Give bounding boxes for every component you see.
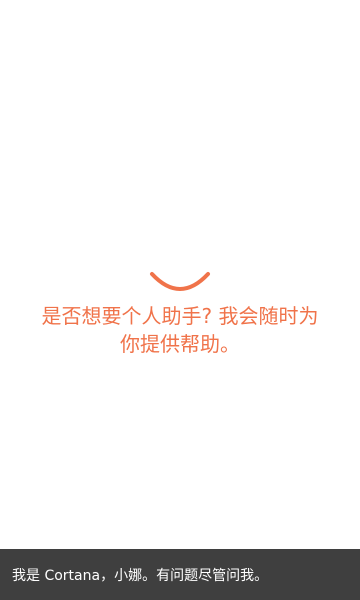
greeting-line-2: 你提供帮助。 xyxy=(120,332,240,356)
footer-bar: 我是 Cortana，小娜。有问题尽管问我。 xyxy=(0,549,360,600)
footer-message: 我是 Cortana，小娜。有问题尽管问我。 xyxy=(12,567,269,584)
smile-arc-icon xyxy=(150,272,210,291)
cortana-intro-screen: 是否想要个人助手? 我会随时为 你提供帮助。 我是 Cortana，小娜。有问题… xyxy=(0,0,360,600)
greeting-line-1: 是否想要个人助手? 我会随时为 xyxy=(41,304,319,328)
greeting-message: 是否想要个人助手? 我会随时为 你提供帮助。 xyxy=(0,302,360,358)
